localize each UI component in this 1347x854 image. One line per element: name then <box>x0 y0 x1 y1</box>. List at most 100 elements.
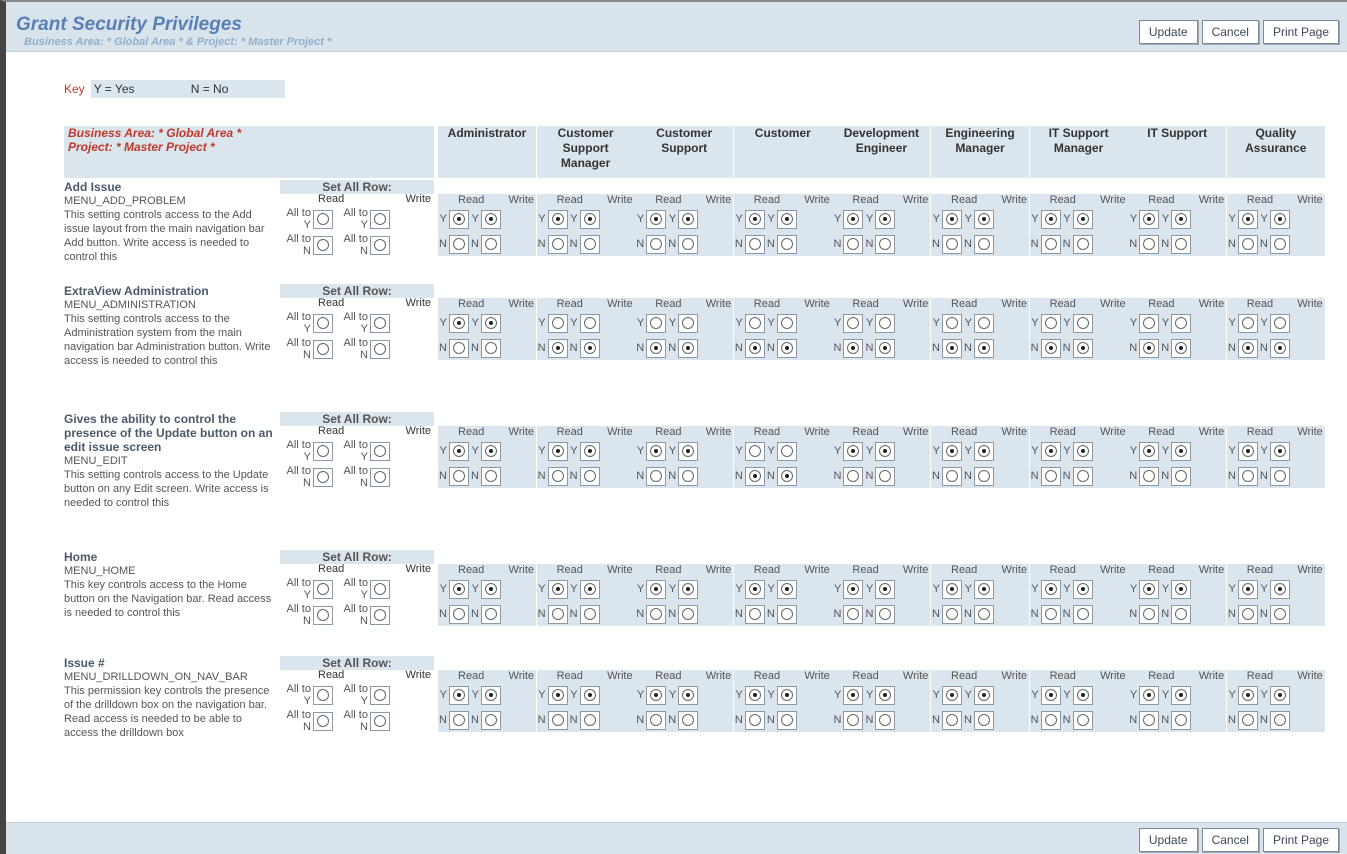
write-y-radio-box[interactable] <box>974 685 994 705</box>
write-n-radio-box[interactable] <box>1269 338 1290 358</box>
print-page-button[interactable]: Print Page <box>1262 828 1339 852</box>
read-y-radio-box[interactable] <box>843 313 864 333</box>
read-y-radio-box[interactable] <box>942 685 962 705</box>
write-n-radio[interactable] <box>1175 342 1188 354</box>
write-n-radio[interactable] <box>1273 608 1286 620</box>
write-n-radio-box[interactable] <box>1072 338 1093 358</box>
read-n-radio-box[interactable] <box>449 234 469 254</box>
read-y-radio-box[interactable] <box>1237 685 1258 705</box>
write-n-radio-box[interactable] <box>481 338 501 358</box>
write-y-radio[interactable] <box>978 689 990 701</box>
write-y-radio[interactable] <box>485 689 497 701</box>
write-n-radio[interactable] <box>978 608 990 620</box>
read-y-radio-box[interactable] <box>1139 579 1160 599</box>
write-y-radio-box[interactable] <box>481 313 501 333</box>
write-n-radio[interactable] <box>485 714 497 726</box>
set-all-write-y-radio[interactable] <box>374 445 386 457</box>
write-y-radio-box[interactable] <box>875 441 896 461</box>
write-y-radio-box[interactable] <box>875 209 896 229</box>
read-y-radio-box[interactable] <box>547 209 568 229</box>
read-y-radio[interactable] <box>946 445 958 457</box>
write-y-radio-box[interactable] <box>678 579 699 599</box>
read-y-radio-box[interactable] <box>843 209 864 229</box>
read-n-radio-box[interactable] <box>744 710 765 730</box>
write-n-radio-box[interactable] <box>776 338 797 358</box>
write-n-radio[interactable] <box>682 608 695 620</box>
read-y-radio-box[interactable] <box>547 685 568 705</box>
read-y-radio-box[interactable] <box>1237 441 1258 461</box>
write-y-radio-box[interactable] <box>875 579 896 599</box>
write-n-radio-box[interactable] <box>875 710 896 730</box>
write-y-radio-box[interactable] <box>1269 685 1290 705</box>
write-y-radio[interactable] <box>583 317 596 329</box>
write-y-radio[interactable] <box>485 445 497 457</box>
write-y-radio[interactable] <box>1175 317 1188 329</box>
write-n-radio-box[interactable] <box>1269 604 1290 624</box>
write-y-radio[interactable] <box>1076 317 1089 329</box>
update-button[interactable]: Update <box>1138 828 1198 852</box>
set-all-write-n-radio[interactable] <box>374 239 386 251</box>
set-all-write-y-radio-box[interactable] <box>370 313 390 333</box>
write-y-radio[interactable] <box>780 583 793 595</box>
read-n-radio-box[interactable] <box>744 234 765 254</box>
write-n-radio-box[interactable] <box>974 604 994 624</box>
write-n-radio-box[interactable] <box>1072 604 1093 624</box>
write-n-radio-box[interactable] <box>481 234 501 254</box>
read-y-radio-box[interactable] <box>646 313 667 333</box>
write-y-radio[interactable] <box>879 317 892 329</box>
set-all-write-n-radio[interactable] <box>374 343 386 355</box>
write-y-radio-box[interactable] <box>974 313 994 333</box>
write-n-radio[interactable] <box>485 608 497 620</box>
set-all-write-n-radio[interactable] <box>374 715 386 727</box>
write-y-radio[interactable] <box>978 317 990 329</box>
read-n-radio[interactable] <box>748 608 761 620</box>
read-y-radio[interactable] <box>551 445 564 457</box>
read-n-radio[interactable] <box>453 238 465 250</box>
read-y-radio-box[interactable] <box>547 441 568 461</box>
read-y-radio[interactable] <box>453 317 465 329</box>
write-y-radio-box[interactable] <box>1171 313 1192 333</box>
write-n-radio-box[interactable] <box>1269 234 1290 254</box>
write-n-radio[interactable] <box>1076 342 1089 354</box>
read-y-radio-box[interactable] <box>449 685 469 705</box>
read-y-radio-box[interactable] <box>1237 579 1258 599</box>
write-y-radio-box[interactable] <box>875 685 896 705</box>
write-n-radio[interactable] <box>682 470 695 482</box>
write-y-radio[interactable] <box>583 583 596 595</box>
read-n-radio-box[interactable] <box>942 466 962 486</box>
read-y-radio[interactable] <box>551 213 564 225</box>
read-n-radio[interactable] <box>551 714 564 726</box>
read-n-radio[interactable] <box>453 608 465 620</box>
set-all-write-y-radio[interactable] <box>374 583 386 595</box>
write-n-radio[interactable] <box>1273 342 1286 354</box>
read-n-radio[interactable] <box>847 714 860 726</box>
write-y-radio[interactable] <box>879 445 892 457</box>
read-y-radio[interactable] <box>946 689 958 701</box>
read-y-radio-box[interactable] <box>1040 313 1061 333</box>
read-y-radio[interactable] <box>551 689 564 701</box>
write-y-radio-box[interactable] <box>481 685 501 705</box>
read-y-radio-box[interactable] <box>646 579 667 599</box>
write-y-radio[interactable] <box>485 213 497 225</box>
read-y-radio[interactable] <box>453 213 465 225</box>
read-y-radio[interactable] <box>1241 213 1254 225</box>
write-y-radio[interactable] <box>682 583 695 595</box>
read-n-radio-box[interactable] <box>744 338 765 358</box>
write-y-radio-box[interactable] <box>678 685 699 705</box>
write-n-radio-box[interactable] <box>776 710 797 730</box>
write-y-radio-box[interactable] <box>776 441 797 461</box>
read-y-radio[interactable] <box>748 583 761 595</box>
cancel-button[interactable]: Cancel <box>1201 828 1259 852</box>
write-y-radio[interactable] <box>780 689 793 701</box>
write-y-radio[interactable] <box>780 213 793 225</box>
write-n-radio[interactable] <box>780 238 793 250</box>
write-n-radio-box[interactable] <box>1072 234 1093 254</box>
read-n-radio[interactable] <box>847 608 860 620</box>
write-y-radio[interactable] <box>978 445 990 457</box>
write-n-radio[interactable] <box>1076 238 1089 250</box>
write-y-radio-box[interactable] <box>1171 579 1192 599</box>
read-n-radio[interactable] <box>1143 342 1156 354</box>
read-y-radio[interactable] <box>748 317 761 329</box>
read-y-radio[interactable] <box>453 689 465 701</box>
write-y-radio-box[interactable] <box>974 441 994 461</box>
